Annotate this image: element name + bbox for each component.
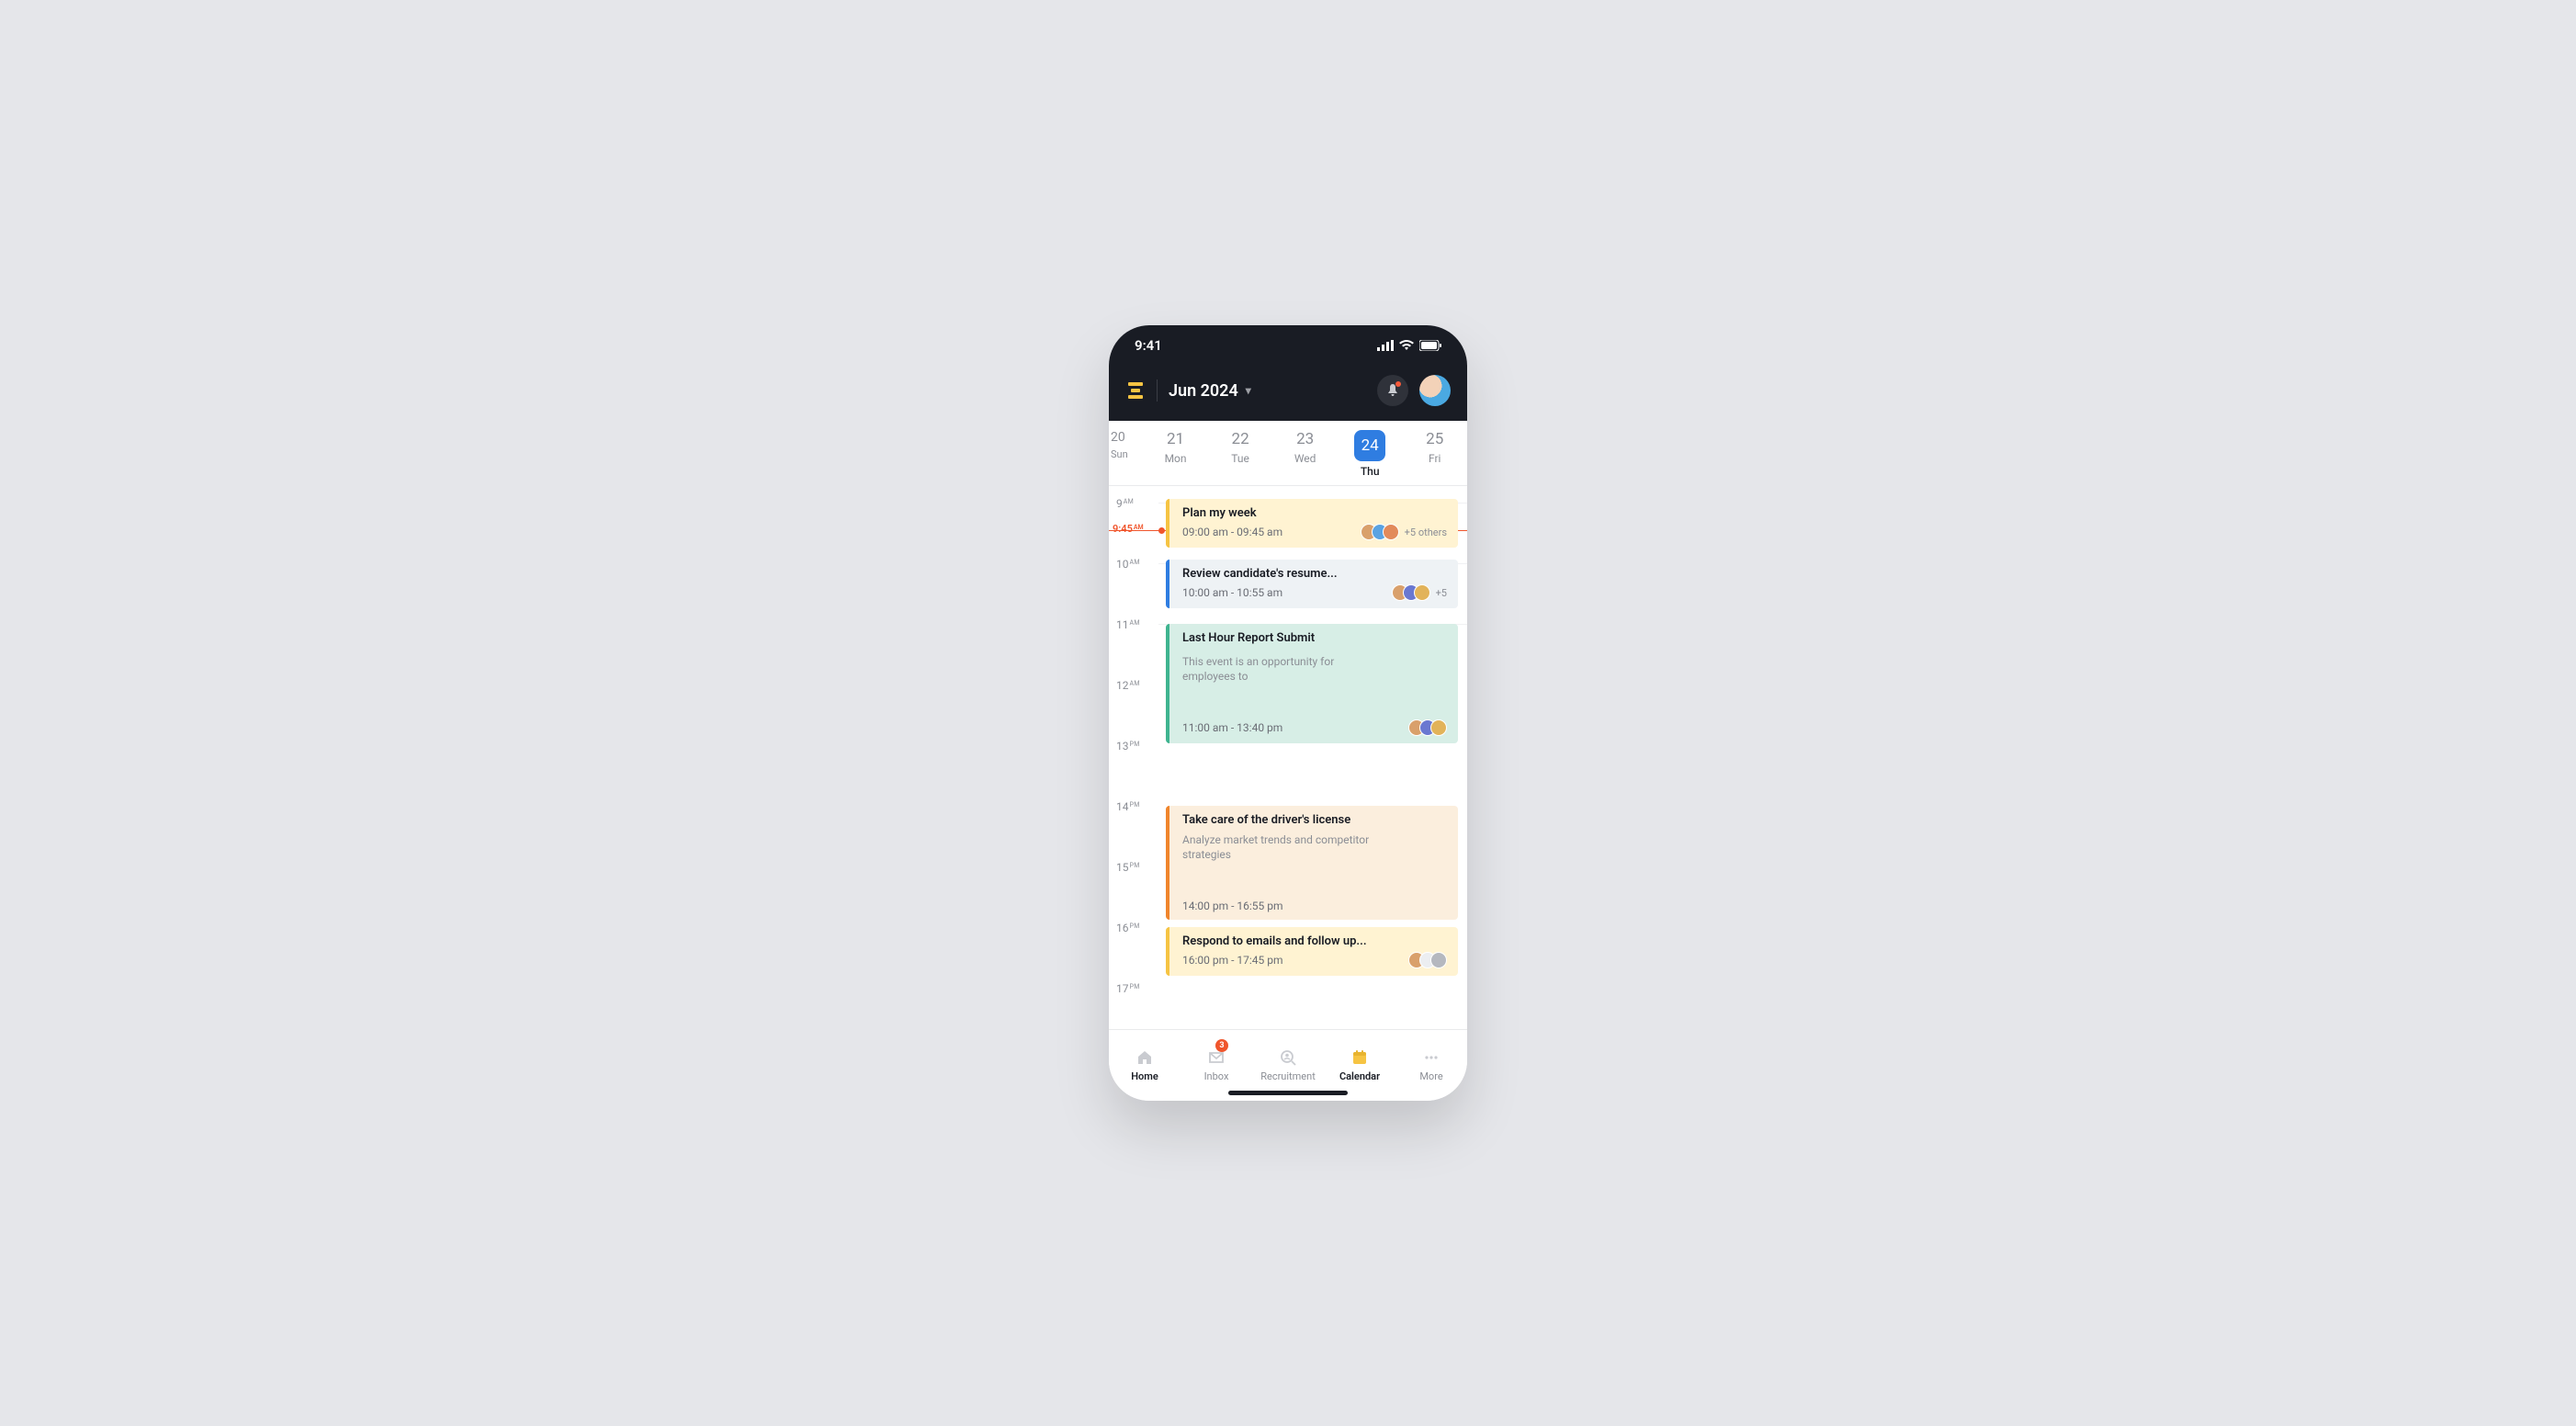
week-strip: 20 Sun 21 Mon 22 Tue 23 Wed 24 Thu 25 Fr… — [1109, 421, 1467, 486]
status-bar: 9:41 — [1109, 325, 1467, 366]
day-24[interactable]: 24 Thu — [1338, 430, 1403, 478]
current-time-label: 9:45AM — [1113, 523, 1144, 535]
month-selector[interactable]: Jun 2024 ▾ — [1169, 381, 1251, 401]
event-last-hour-report[interactable]: Last Hour Report Submit This event is an… — [1166, 624, 1458, 743]
nav-home[interactable]: Home — [1109, 1030, 1181, 1101]
calendar-icon — [1350, 1048, 1370, 1067]
event-review-resume[interactable]: Review candidate's resume... 10:00 am - … — [1166, 560, 1458, 608]
chevron-down-icon: ▾ — [1246, 384, 1251, 397]
app-logo-icon — [1125, 380, 1146, 401]
event-avatars: +5 — [1392, 584, 1447, 601]
month-label: Jun 2024 — [1169, 381, 1238, 401]
events-layer: Plan my week 09:00 am - 09:45 am +5 othe… — [1166, 486, 1458, 1029]
event-respond-emails[interactable]: Respond to emails and follow up... 16:00… — [1166, 927, 1458, 976]
search-person-icon — [1278, 1048, 1298, 1067]
notifications-button[interactable] — [1377, 375, 1408, 406]
bell-icon — [1385, 383, 1400, 398]
wifi-icon — [1399, 340, 1414, 351]
phone-frame: 9:41 Jun 2024 ▾ 20 Sun 21 Mon 22 — [1109, 325, 1467, 1101]
status-indicators — [1377, 340, 1441, 351]
event-avatars — [1408, 719, 1447, 736]
signal-icon — [1377, 340, 1394, 351]
day-23[interactable]: 23 Wed — [1272, 430, 1338, 478]
timeline[interactable]: 9AM 10AM 11AM 12AM 13PM 14PM 15PM 16PM 1… — [1109, 486, 1467, 1029]
battery-icon — [1419, 340, 1441, 351]
day-25[interactable]: 25 Fri — [1402, 430, 1467, 478]
inbox-badge: 3 — [1215, 1039, 1228, 1052]
more-icon — [1421, 1048, 1441, 1067]
nav-more[interactable]: More — [1395, 1030, 1467, 1101]
day-20[interactable]: 20 Sun — [1109, 430, 1143, 478]
event-drivers-license[interactable]: Take care of the driver's license Analyz… — [1166, 806, 1458, 920]
header-divider — [1157, 379, 1158, 402]
day-21[interactable]: 21 Mon — [1143, 430, 1208, 478]
home-icon — [1135, 1048, 1155, 1067]
event-avatars — [1408, 952, 1447, 968]
app-header: Jun 2024 ▾ — [1109, 366, 1467, 421]
hour-gutter: 9AM 10AM 11AM 12AM 13PM 14PM 15PM 16PM 1… — [1109, 486, 1158, 1029]
day-22[interactable]: 22 Tue — [1208, 430, 1273, 478]
event-avatars: +5 others — [1361, 524, 1447, 540]
home-indicator[interactable] — [1228, 1091, 1348, 1095]
event-plan-my-week[interactable]: Plan my week 09:00 am - 09:45 am +5 othe… — [1166, 499, 1458, 548]
profile-avatar[interactable] — [1419, 375, 1451, 406]
status-time: 9:41 — [1135, 337, 1162, 354]
